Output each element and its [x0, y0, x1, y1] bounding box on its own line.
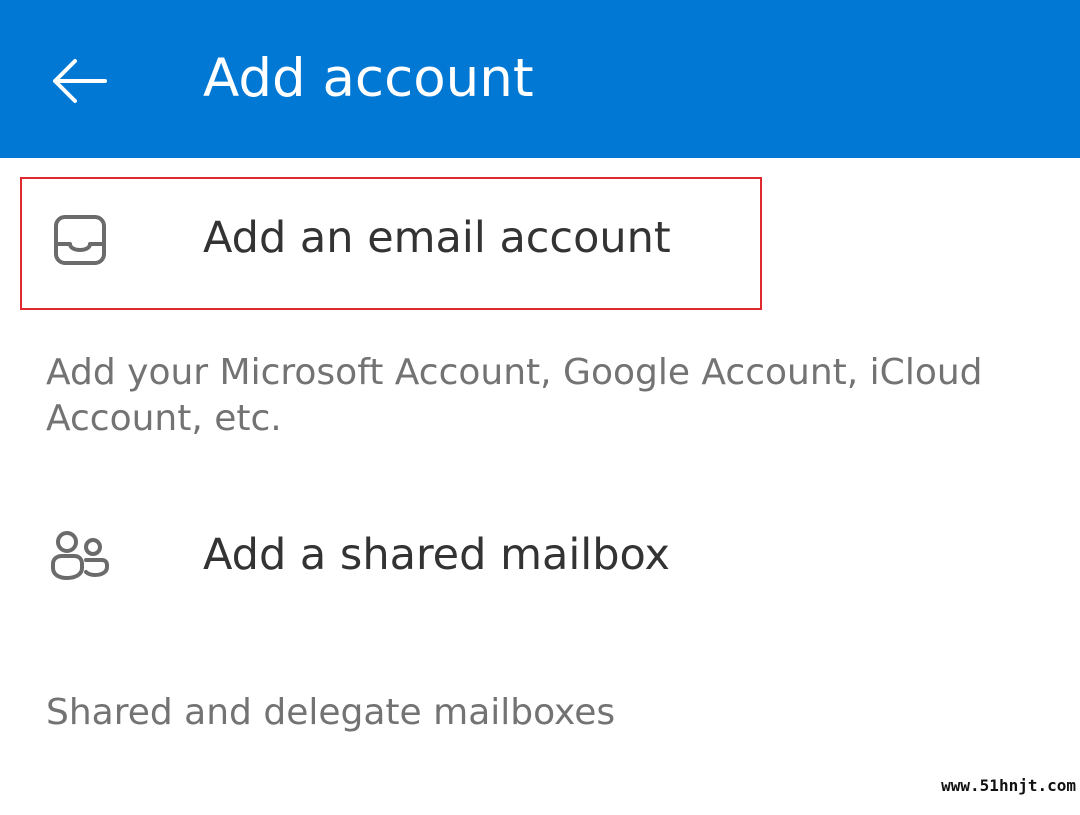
shared-mailbox-description: Shared and delegate mailboxes — [46, 692, 616, 733]
add-account-screen: Add account Add an email account Add you… — [0, 0, 1080, 815]
people-icon — [50, 526, 110, 586]
add-shared-mailbox-option[interactable]: Add a shared mailbox — [0, 495, 1080, 615]
back-button[interactable] — [40, 46, 118, 116]
add-shared-mailbox-label: Add a shared mailbox — [203, 530, 670, 580]
arrow-left-icon — [53, 59, 107, 103]
page-title: Add account — [203, 48, 534, 109]
app-bar: Add account — [0, 0, 1080, 158]
inbox-tray-icon — [50, 210, 110, 270]
add-email-account-label: Add an email account — [203, 213, 671, 263]
watermark: www.51hnjt.com — [941, 776, 1076, 795]
add-email-account-option[interactable]: Add an email account — [0, 178, 1080, 308]
email-account-description: Add your Microsoft Account, Google Accou… — [46, 352, 983, 439]
